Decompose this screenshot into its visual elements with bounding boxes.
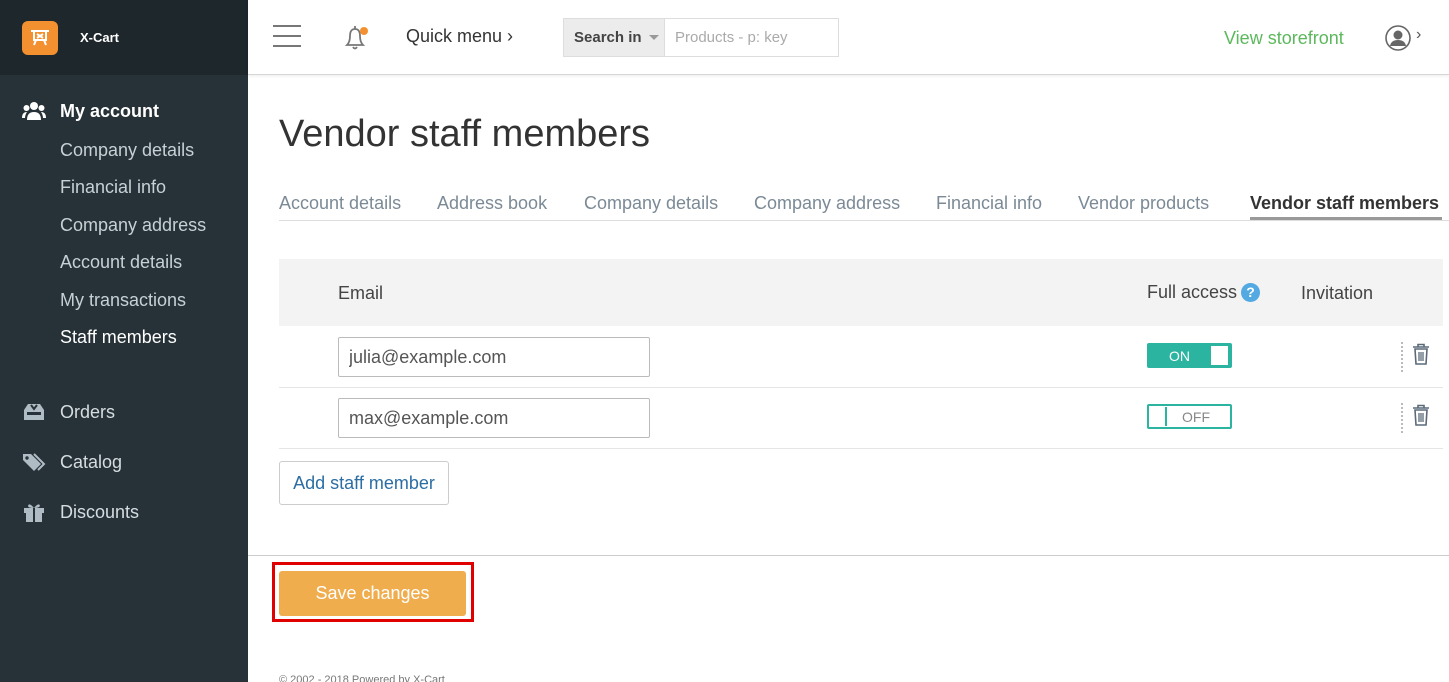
sidebar-item-account-details[interactable]: Account details: [60, 252, 182, 273]
search-scope-label: Search in: [574, 29, 642, 46]
page-title: Vendor staff members: [279, 113, 651, 155]
hamburger-menu-icon[interactable]: [273, 25, 301, 49]
full-access-toggle[interactable]: ON: [1147, 343, 1232, 368]
toggle-state-label: OFF: [1182, 409, 1210, 425]
sidebar-section-label: Catalog: [60, 451, 123, 472]
sidebar-section-orders[interactable]: Orders: [22, 401, 115, 423]
sidebar-item-financial-info[interactable]: Financial info: [60, 177, 166, 198]
toggle-knob: [1211, 346, 1228, 365]
staff-table-header: Email Full access? Invitation: [279, 259, 1443, 326]
chevron-right-icon[interactable]: ›: [1416, 26, 1421, 44]
toggle-knob: [1150, 407, 1167, 426]
gift-icon: [22, 501, 46, 523]
footer-divider: [248, 555, 1449, 556]
tab-account-details[interactable]: Account details: [279, 193, 401, 214]
full-access-toggle[interactable]: OFF: [1147, 404, 1232, 429]
quick-menu-link[interactable]: Quick menu ›: [406, 26, 513, 47]
users-icon: [22, 100, 46, 122]
sidebar-section-label: My account: [60, 100, 160, 121]
caret-down-icon: [648, 35, 659, 40]
sidebar-section-discounts[interactable]: Discounts: [22, 501, 139, 523]
help-icon[interactable]: ?: [1241, 283, 1261, 302]
tab-company-details[interactable]: Company details: [584, 193, 718, 214]
tab-vendor-staff-members[interactable]: Vendor staff members: [1250, 193, 1439, 214]
save-changes-button[interactable]: Save changes: [279, 571, 466, 616]
staff-email-field[interactable]: [338, 398, 650, 438]
column-email: Email: [338, 283, 384, 303]
sidebar: X-Cart My account Company details Financ…: [0, 0, 248, 682]
sidebar-item-my-transactions[interactable]: My transactions: [60, 290, 186, 311]
drag-handle-icon[interactable]: [1401, 342, 1403, 372]
toggle-state-label: ON: [1169, 348, 1190, 364]
column-full-access-label: Full access: [1147, 282, 1238, 302]
active-tab-indicator: [1250, 217, 1442, 220]
top-header: Quick menu › Search in View storefront ›: [248, 0, 1449, 75]
copyright-text: © 2002 - 2018 Powered by X-Cart: [279, 674, 445, 682]
brand-name: X-Cart: [80, 30, 120, 45]
xcart-logo-icon[interactable]: [22, 20, 58, 55]
search-input[interactable]: [664, 18, 839, 57]
sidebar-section-my-account[interactable]: My account: [22, 100, 159, 122]
tab-company-address[interactable]: Company address: [754, 193, 900, 214]
sidebar-item-company-address[interactable]: Company address: [60, 215, 206, 236]
user-avatar-icon[interactable]: [1385, 25, 1411, 51]
drag-handle-icon[interactable]: [1401, 403, 1403, 433]
search-scope-dropdown[interactable]: Search in: [563, 18, 665, 57]
bell-notification-icon[interactable]: [343, 24, 369, 52]
staff-email-field[interactable]: [338, 337, 650, 377]
tab-vendor-products[interactable]: Vendor products: [1078, 193, 1209, 214]
trash-icon[interactable]: [1412, 343, 1430, 365]
sidebar-section-label: Orders: [60, 401, 116, 422]
sidebar-section-catalog[interactable]: Catalog: [22, 451, 122, 473]
sidebar-header: X-Cart: [0, 0, 248, 75]
inbox-icon: [22, 401, 46, 423]
tags-icon: [22, 451, 46, 473]
column-full-access: Full access?: [1147, 282, 1261, 303]
account-tabs: Account details Address book Company det…: [279, 193, 1449, 221]
trash-icon[interactable]: [1412, 404, 1430, 426]
column-invitation: Invitation: [1301, 283, 1374, 303]
table-row: ON: [279, 326, 1443, 387]
tab-address-book[interactable]: Address book: [437, 193, 547, 214]
add-staff-member-button[interactable]: Add staff member: [279, 461, 449, 505]
sidebar-item-staff-members[interactable]: Staff members: [60, 327, 177, 348]
row-divider: [279, 448, 1443, 449]
table-row: OFF: [279, 387, 1443, 448]
view-storefront-link[interactable]: View storefront: [1224, 28, 1344, 49]
tab-financial-info[interactable]: Financial info: [936, 193, 1042, 214]
sidebar-section-label: Discounts: [60, 501, 140, 522]
sidebar-item-company-details[interactable]: Company details: [60, 140, 194, 161]
